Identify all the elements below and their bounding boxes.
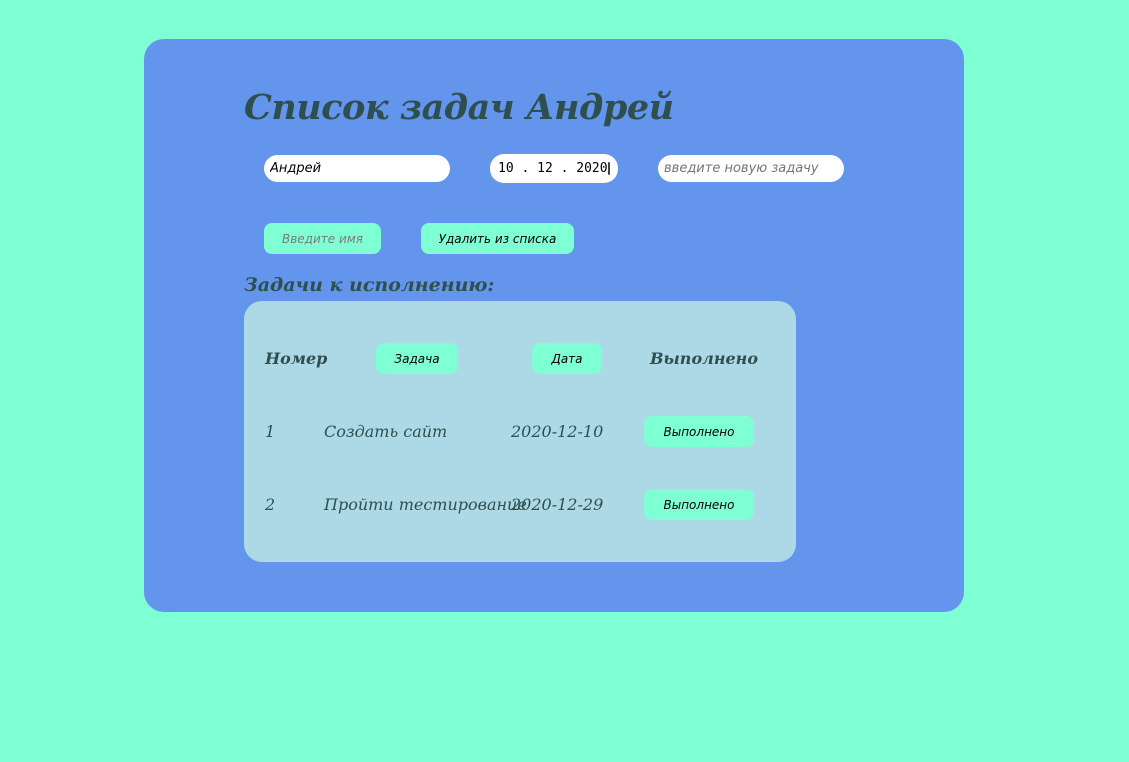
tasks-section-title: Задачи к исполнению: <box>244 274 495 296</box>
name-input[interactable] <box>264 161 450 176</box>
column-header-number: Номер <box>265 349 328 368</box>
date-value[interactable]: 10 . 12 . 2020 <box>498 161 608 176</box>
new-task-field[interactable] <box>658 155 844 182</box>
name-field[interactable] <box>264 155 450 182</box>
calendar-icon[interactable] <box>607 162 610 175</box>
new-task-input[interactable] <box>658 161 844 176</box>
sort-by-date-button[interactable]: Дата <box>532 343 602 374</box>
mark-done-button[interactable]: Выполнено <box>644 489 754 520</box>
row-task: Пройти тестирование <box>324 495 527 514</box>
delete-from-list-button[interactable]: Удалить из списка <box>421 223 574 254</box>
todo-card: Список задач Андрей 10 . 12 . 2020 Введи… <box>144 39 964 612</box>
row-date: 2020-12-29 <box>511 495 604 514</box>
row-date: 2020-12-10 <box>511 422 604 441</box>
tasks-table: Номер Задача Дата Выполнено 1 Создать са… <box>244 301 796 562</box>
sort-by-task-button[interactable]: Задача <box>376 343 458 374</box>
row-task: Создать сайт <box>324 422 448 441</box>
mark-done-button[interactable]: Выполнено <box>644 416 754 447</box>
row-number: 2 <box>265 495 276 514</box>
page-title: Список задач Андрей <box>244 87 674 128</box>
row-number: 1 <box>265 422 276 441</box>
date-field[interactable]: 10 . 12 . 2020 <box>490 154 618 183</box>
column-header-done: Выполнено <box>650 349 758 368</box>
enter-name-button[interactable]: Введите имя <box>264 223 381 254</box>
